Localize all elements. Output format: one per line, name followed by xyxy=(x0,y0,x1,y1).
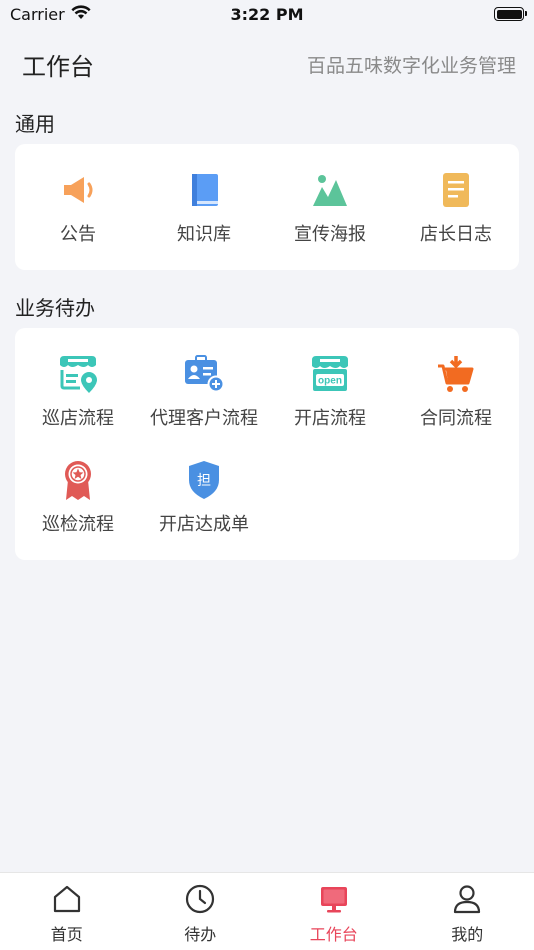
store-location-icon xyxy=(56,352,100,396)
grid-item-label: 巡店流程 xyxy=(42,408,114,429)
section-title-tasks: 业务待办 xyxy=(15,295,95,320)
grid-item-label: 巡检流程 xyxy=(42,514,114,535)
tab-label: 我的 xyxy=(451,925,484,944)
page-title: 工作台 xyxy=(22,52,94,81)
tab-label: 工作台 xyxy=(309,925,358,944)
battery-icon xyxy=(494,7,527,21)
tab-workbench[interactable]: 工作台 xyxy=(267,873,401,950)
shield-badge-text: 担 xyxy=(197,473,211,489)
page-header: 工作台 百品五味数字化业务管理 xyxy=(0,28,534,100)
grid-item-label: 合同流程 xyxy=(420,408,492,429)
grid-item-label: 开店流程 xyxy=(294,408,366,429)
cart-icon xyxy=(434,352,478,396)
poster-icon xyxy=(308,168,352,212)
carrier-label: Carrier xyxy=(10,4,65,24)
shield-icon: 担 xyxy=(182,458,226,502)
home-icon xyxy=(51,883,83,919)
grid-item-agent-customer[interactable]: 代理客户流程 xyxy=(141,338,267,444)
grid-item-label: 知识库 xyxy=(177,224,231,245)
grid-item-inspection[interactable]: 巡检流程 xyxy=(15,444,141,550)
megaphone-icon xyxy=(56,168,100,212)
tasks-card: 巡店流程 代理客户流程 open 开店流程 合同流程 巡检流程 担 开店达成单 xyxy=(15,328,519,560)
grid-item-poster[interactable]: 宣传海报 xyxy=(267,154,393,260)
general-card: 公告 知识库 宣传海报 店长日志 xyxy=(15,144,519,270)
log-icon xyxy=(434,168,478,212)
tab-todo[interactable]: 待办 xyxy=(134,873,268,950)
grid-item-label: 宣传海报 xyxy=(294,224,366,245)
tab-label: 首页 xyxy=(50,925,83,944)
tab-label: 待办 xyxy=(184,925,217,944)
grid-item-contract[interactable]: 合同流程 xyxy=(393,338,519,444)
tab-me[interactable]: 我的 xyxy=(401,873,534,950)
user-icon xyxy=(451,883,483,919)
book-icon xyxy=(182,168,226,212)
svg-text:open: open xyxy=(318,376,342,387)
agent-customer-icon xyxy=(182,352,226,396)
award-badge-icon xyxy=(56,458,100,502)
status-bar: Carrier 3:22 PM xyxy=(0,0,534,28)
grid-item-open-store-achievement[interactable]: 担 开店达成单 xyxy=(141,444,267,550)
grid-item-announcement[interactable]: 公告 xyxy=(15,154,141,260)
grid-item-store-patrol[interactable]: 巡店流程 xyxy=(15,338,141,444)
page-subtitle: 百品五味数字化业务管理 xyxy=(306,54,516,77)
tab-bar: 首页 待办 工作台 我的 xyxy=(0,872,534,950)
grid-item-manager-log[interactable]: 店长日志 xyxy=(393,154,519,260)
grid-item-knowledge-base[interactable]: 知识库 xyxy=(141,154,267,260)
grid-item-label: 代理客户流程 xyxy=(150,408,258,429)
monitor-icon xyxy=(318,883,350,919)
tab-home[interactable]: 首页 xyxy=(0,873,134,950)
open-store-icon: open xyxy=(308,352,352,396)
wifi-icon xyxy=(71,4,91,24)
grid-item-label: 公告 xyxy=(60,224,96,245)
grid-item-label: 店长日志 xyxy=(420,224,492,245)
section-title-general: 通用 xyxy=(15,111,55,136)
grid-item-open-store[interactable]: open 开店流程 xyxy=(267,338,393,444)
grid-item-label: 开店达成单 xyxy=(159,514,249,535)
clock-icon xyxy=(184,883,216,919)
